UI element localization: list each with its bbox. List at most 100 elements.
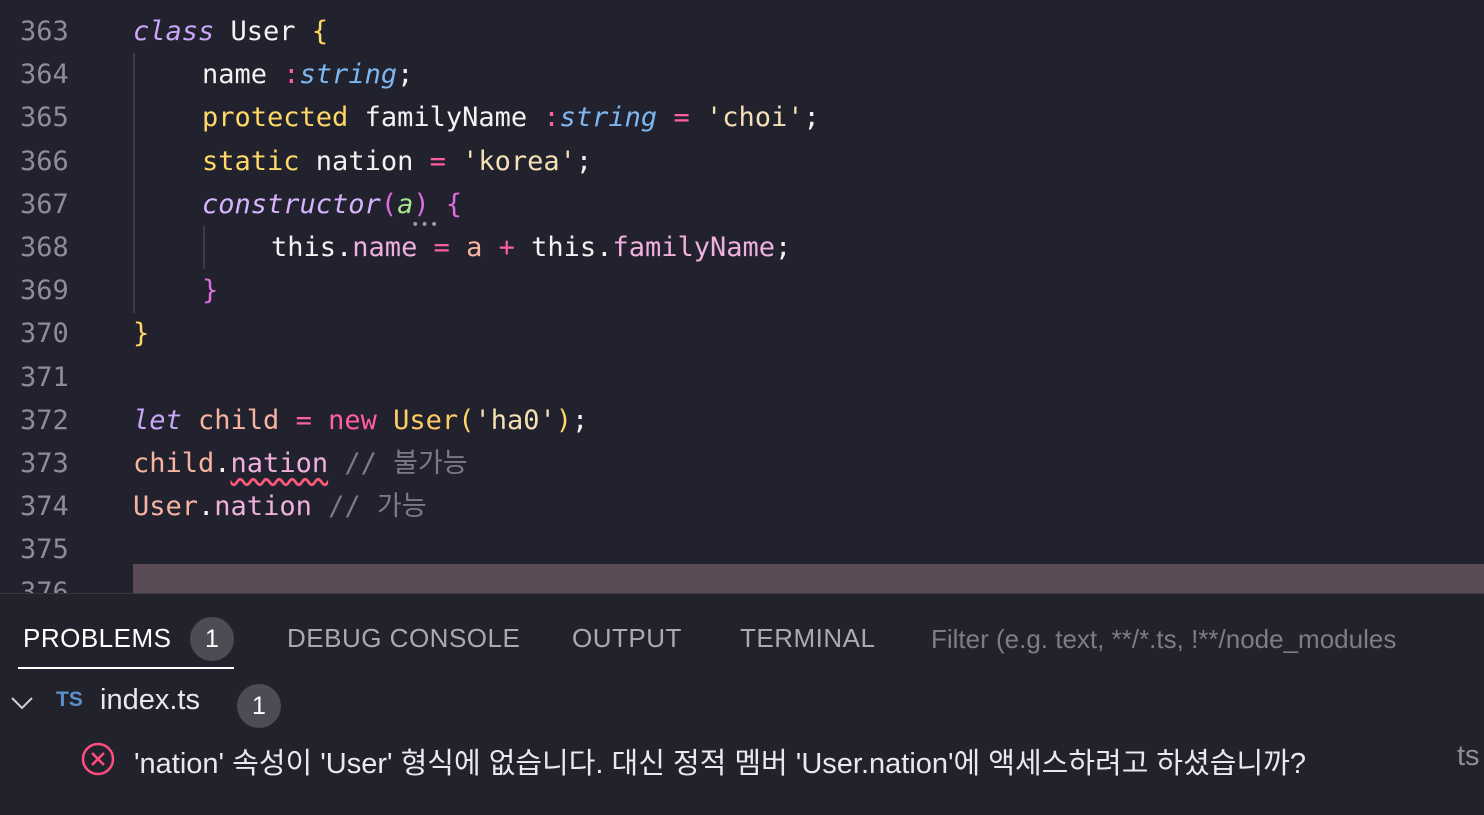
problem-file-row[interactable]: TS index.ts 1 xyxy=(0,684,1484,728)
problems-count-badge: 1 xyxy=(190,617,234,661)
paren: ) xyxy=(555,404,572,436)
punctuation: ; xyxy=(575,145,593,177)
string: 'korea' xyxy=(462,145,576,177)
line-number: 374 xyxy=(20,491,69,523)
code-line-365: protected familyName :string = 'choi'; xyxy=(133,96,1484,139)
identifier: User xyxy=(214,16,312,47)
brace: { xyxy=(311,16,329,47)
error-icon xyxy=(81,742,115,776)
identifier: child xyxy=(133,447,215,479)
identifier: a xyxy=(466,231,483,263)
brace: { xyxy=(445,188,463,220)
operator: = xyxy=(417,231,467,263)
code-line-368: this.name = a + this.familyName; xyxy=(133,226,1484,269)
code-line-370: } xyxy=(133,312,1484,355)
typescript-file-icon: TS xyxy=(56,688,83,711)
filter-input[interactable]: Filter (e.g. text, **/*.ts, !**/node_mod… xyxy=(931,624,1396,655)
code-line-372: let child = new User('ha0'); xyxy=(133,399,1484,442)
line-number: 371 xyxy=(20,361,69,393)
problem-item[interactable]: 'nation' 속성이 'User' 형식에 없습니다. 대신 정적 멤버 '… xyxy=(0,738,1484,782)
punctuation: . xyxy=(596,231,613,263)
comment: // 불가능 xyxy=(328,447,468,479)
property: familyName xyxy=(612,231,776,263)
operator: = xyxy=(429,145,446,177)
keyword: new xyxy=(328,404,377,436)
paren: ) xyxy=(413,188,430,220)
error-message: 'nation' 속성이 'User' 형식에 없습니다. 대신 정적 멤버 '… xyxy=(134,748,1306,780)
keyword: this xyxy=(271,231,337,263)
keyword: static xyxy=(202,145,300,177)
parameter: a xyxy=(397,188,414,220)
type: string xyxy=(559,102,658,134)
code-line-364: name :string; xyxy=(133,53,1484,96)
current-line-highlight xyxy=(133,564,1484,593)
identifier: name xyxy=(202,59,284,91)
code-line-373: child.nation // 불가능 xyxy=(133,442,1484,485)
error-source: ts xyxy=(1457,740,1480,772)
line-number: 368 xyxy=(20,231,69,263)
paren: ( xyxy=(380,188,398,220)
code-line-363: class User { xyxy=(133,10,1484,53)
file-name: index.ts xyxy=(100,684,200,716)
code-line-367: constructor(a) { xyxy=(133,183,1484,226)
line-number: 364 xyxy=(20,59,69,91)
paren: ( xyxy=(458,404,475,436)
punctuation: ; xyxy=(803,102,820,134)
line-number: 363 xyxy=(20,16,69,47)
active-tab-indicator xyxy=(18,667,234,669)
code-line-374: User.nation // 가능 xyxy=(133,485,1484,528)
operator: : xyxy=(283,59,300,91)
code-line-369: } xyxy=(133,269,1484,312)
punctuation: ; xyxy=(572,404,589,436)
chevron-down-icon[interactable] xyxy=(10,688,34,718)
error-squiggle[interactable]: nation xyxy=(231,448,329,479)
tab-terminal[interactable]: TERMINAL xyxy=(740,623,875,654)
line-number: 367 xyxy=(20,188,69,220)
punctuation: ; xyxy=(397,59,414,91)
line-number: 366 xyxy=(20,145,69,177)
bottom-panel: PROBLEMS 1 DEBUG CONSOLE OUTPUT TERMINAL… xyxy=(0,593,1484,815)
operator: = xyxy=(295,404,312,436)
hint-dots-icon[interactable]: ••• xyxy=(411,217,439,233)
code-area[interactable]: class User { name :string; protected fam… xyxy=(133,10,1484,571)
panel-tabs: PROBLEMS 1 DEBUG CONSOLE OUTPUT TERMINAL… xyxy=(0,594,1484,670)
class-name: User xyxy=(393,404,459,436)
brace: } xyxy=(202,275,219,307)
line-number: 376 xyxy=(20,577,69,593)
file-problem-count-badge: 1 xyxy=(237,684,281,728)
line-number: 369 xyxy=(20,275,69,307)
property: name xyxy=(352,231,418,263)
tab-problems[interactable]: PROBLEMS xyxy=(23,623,172,654)
punctuation: . xyxy=(198,491,215,523)
line-number: 375 xyxy=(20,534,69,566)
punctuation: ; xyxy=(775,231,792,263)
identifier: child xyxy=(181,404,296,436)
tab-output[interactable]: OUTPUT xyxy=(572,623,682,654)
tab-debug-console[interactable]: DEBUG CONSOLE xyxy=(287,623,520,654)
operator: + xyxy=(482,231,532,263)
identifier: nation xyxy=(299,145,430,177)
line-number-gutter: 363 364 365 366 367 368 369 370 371 372 … xyxy=(0,10,90,593)
keyword: this xyxy=(531,231,597,263)
identifier: User xyxy=(133,491,199,523)
keyword: let xyxy=(133,404,182,436)
brace: } xyxy=(133,318,150,350)
keyword: constructor xyxy=(202,188,381,220)
operator: = xyxy=(657,102,706,134)
property: nation xyxy=(214,491,312,523)
code-editor[interactable]: 363 364 365 366 367 368 369 370 371 372 … xyxy=(0,0,1484,593)
line-number: 372 xyxy=(20,404,69,436)
keyword: protected xyxy=(202,102,349,134)
keyword: class xyxy=(133,16,215,47)
punctuation: . xyxy=(214,447,231,479)
operator: : xyxy=(543,102,560,134)
type: string xyxy=(299,59,398,91)
line-number: 373 xyxy=(20,447,69,479)
comment: // 가능 xyxy=(311,491,427,523)
punctuation: . xyxy=(336,231,353,263)
